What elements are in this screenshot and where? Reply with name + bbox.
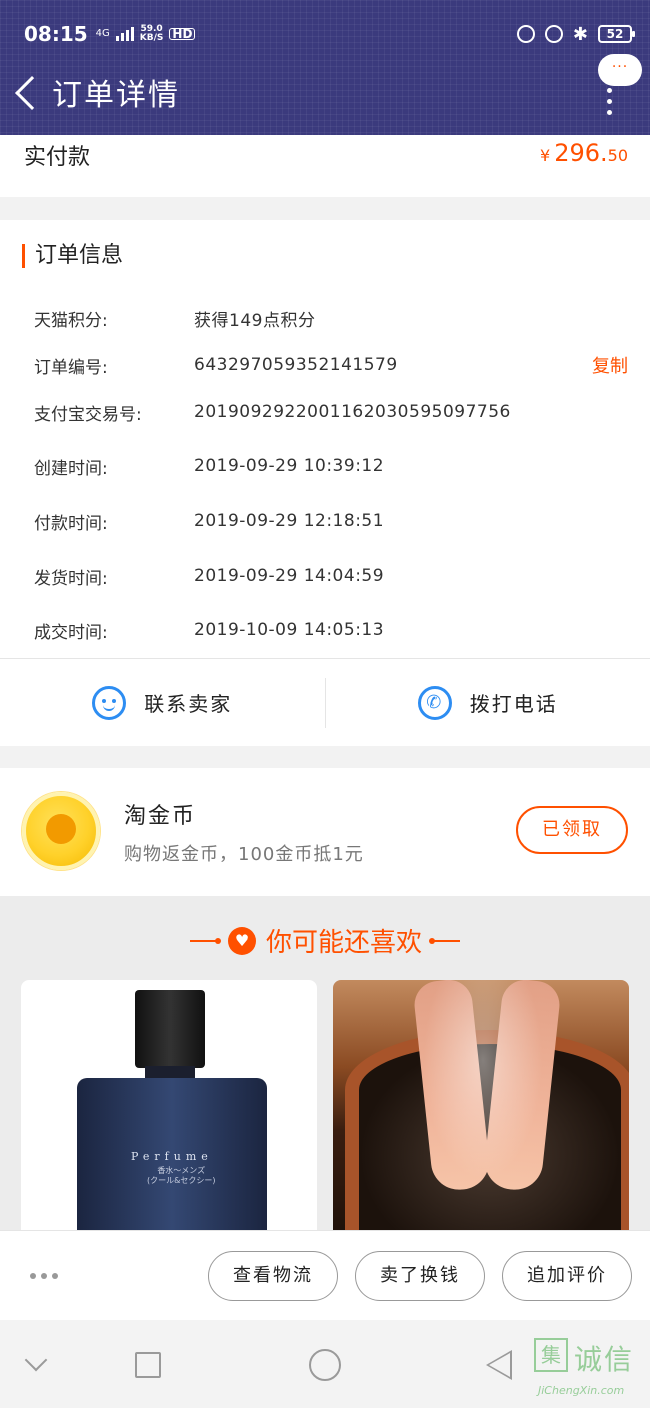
page-title: 订单详情	[52, 78, 180, 113]
network-type: 4G	[95, 28, 110, 39]
home-icon[interactable]	[309, 1349, 341, 1381]
info-row-completed: 成交时间: 2019-10-09 14:05:13	[34, 615, 628, 645]
perfume-label: Perfume	[131, 1150, 213, 1163]
nav-bar: 订单详情 ···	[0, 54, 650, 124]
amount-decimal: 50	[607, 146, 628, 165]
decor-line	[429, 937, 460, 944]
info-row-created: 创建时间: 2019-09-29 10:39:12	[34, 451, 628, 481]
watermark-text: 诚信	[574, 1343, 635, 1376]
status-right: ✱ 52	[516, 23, 635, 45]
info-value: 获得149点积分	[194, 310, 316, 331]
order-info-title: 订单信息	[22, 244, 123, 268]
steam-overlay	[423, 980, 543, 1180]
mute-bell-icon	[516, 25, 535, 43]
speed-unit: KB/S	[139, 33, 164, 43]
currency-symbol: ¥	[540, 146, 551, 165]
info-label: 创建时间:	[34, 458, 108, 479]
info-value: 2019-10-09 14:05:13	[194, 620, 385, 640]
decor-line	[189, 937, 221, 944]
watermark-logo: 集 诚信 JiChengXin.com	[534, 1338, 646, 1398]
contact-seller-button[interactable]: 联系卖家	[0, 685, 325, 720]
view-logistics-button[interactable]: 查看物流	[208, 1251, 338, 1301]
coin-subtitle: 购物返金币，100金币抵1元	[124, 844, 364, 865]
system-nav-bar: 集 诚信 JiChengXin.com	[0, 1320, 650, 1408]
info-label: 成交时间:	[34, 622, 108, 643]
chat-icon	[92, 685, 127, 720]
info-value: 2019-09-29 10:39:12	[194, 456, 385, 476]
info-row-order-number: 订单编号: 643297059352141579 复制	[34, 350, 628, 380]
info-row-paid: 付款时间: 2019-09-29 12:18:51	[34, 506, 628, 536]
claimed-button[interactable]: 已领取	[516, 806, 628, 854]
call-phone-button[interactable]: ✆ 拨打电话	[326, 685, 650, 720]
copy-button[interactable]: 复制	[592, 352, 628, 378]
product-card-foot-bath[interactable]	[333, 980, 629, 1230]
add-review-button[interactable]: 追加评价	[502, 1251, 632, 1301]
info-value: 2019-09-29 12:18:51	[194, 511, 385, 531]
perfume-sub-line: 香水〜メンズ	[157, 1166, 206, 1175]
network-speed: 59.0 KB/S	[140, 25, 164, 43]
bluetooth-icon: ✱	[572, 23, 588, 45]
paid-amount: ¥296.50	[540, 139, 628, 167]
resell-button[interactable]: 卖了换钱	[355, 1251, 485, 1301]
call-phone-label: 拨打电话	[469, 692, 558, 716]
status-time: 08:15	[24, 22, 88, 46]
info-label: 订单编号:	[34, 357, 108, 378]
perfume-sub-line: (クール&セクシー)	[147, 1176, 216, 1185]
back-triangle-icon[interactable]	[486, 1350, 512, 1380]
recent-apps-icon[interactable]	[135, 1352, 161, 1378]
phone-icon: ✆	[417, 685, 452, 720]
battery-icon: 52	[598, 25, 635, 43]
watermark-url: JiChengXin.com	[538, 1384, 625, 1397]
watermark-box: 集	[534, 1338, 568, 1372]
contact-seller-label: 联系卖家	[144, 692, 233, 716]
hd-icon: HD	[169, 28, 196, 40]
info-row-shipped: 发货时间: 2019-09-29 14:04:59	[34, 561, 628, 591]
perfume-sublabel: 香水〜メンズ (クール&セクシー)	[147, 1166, 215, 1186]
status-icons: 4G 59.0 KB/S HD	[96, 25, 196, 43]
contact-bar: 联系卖家 ✆ 拨打电话	[0, 658, 650, 746]
recommend-title: 你可能还喜欢	[265, 928, 422, 958]
recommend-section: ♥ 你可能还喜欢 Perfume 香水〜メンズ (クール&セクシー)	[0, 896, 650, 1230]
payment-summary: 实付款 ¥296.50	[0, 135, 650, 197]
info-value: 2019092922001162030595097756	[194, 402, 511, 422]
coin-title: 淘金币	[124, 804, 197, 829]
heart-icon: ♥	[227, 926, 256, 955]
perfume-bottle-image: Perfume 香水〜メンズ (クール&セクシー)	[77, 1078, 267, 1230]
product-card-perfume[interactable]: Perfume 香水〜メンズ (クール&セクシー)	[21, 980, 317, 1230]
perfume-cap	[135, 990, 205, 1068]
recommend-header: ♥ 你可能还喜欢	[0, 922, 650, 959]
rotation-lock-icon	[544, 25, 563, 43]
info-label: 付款时间:	[34, 513, 108, 534]
info-value: 2019-09-29 14:04:59	[194, 566, 385, 586]
order-info-card: 订单信息 天猫积分: 获得149点积分 订单编号: 64329705935214…	[0, 220, 650, 746]
info-row-points: 天猫积分: 获得149点积分	[34, 303, 628, 333]
info-value: 643297059352141579	[194, 355, 398, 375]
back-arrow-icon[interactable]	[15, 76, 49, 110]
info-row-alipay: 支付宝交易号: 2019092922001162030595097756	[34, 397, 628, 427]
signal-icon	[115, 27, 134, 41]
more-bubble-button[interactable]: ···	[598, 54, 642, 86]
amount-integer: 296.	[554, 139, 608, 167]
info-label: 发货时间:	[34, 568, 108, 589]
gold-coin-icon	[22, 792, 100, 870]
header-bar: 08:15 4G 59.0 KB/S HD ✱ 52 订单详情 ···	[0, 0, 650, 135]
hide-nav-icon[interactable]	[24, 1348, 48, 1372]
coin-card: 淘金币 购物返金币，100金币抵1元 已领取	[0, 768, 650, 896]
info-label: 天猫积分:	[34, 310, 108, 331]
info-label: 支付宝交易号:	[34, 404, 142, 425]
status-bar: 08:15 4G 59.0 KB/S HD ✱ 52	[24, 18, 635, 50]
order-action-bar: 查看物流 卖了换钱 追加评价	[0, 1230, 650, 1320]
more-actions-icon[interactable]	[30, 1273, 58, 1279]
paid-label: 实付款	[24, 145, 91, 170]
more-menu-icon[interactable]	[607, 88, 612, 115]
